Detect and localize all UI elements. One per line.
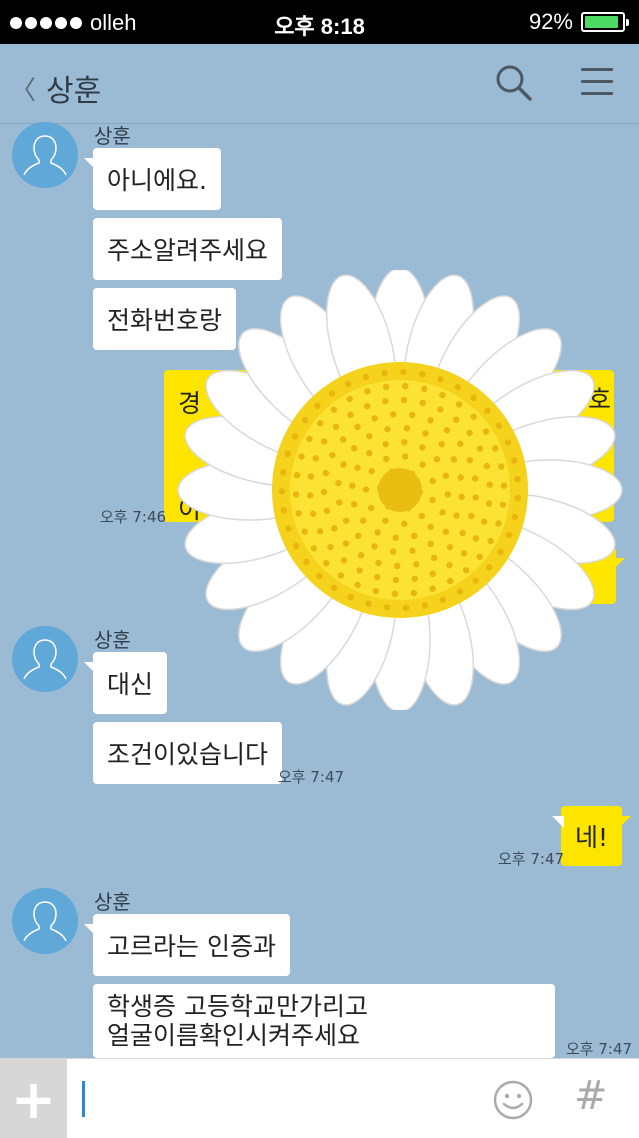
status-bar: olleh 오후 8:18 92% bbox=[0, 0, 639, 44]
menu-icon[interactable] bbox=[581, 68, 613, 104]
avatar[interactable] bbox=[12, 626, 78, 692]
battery-indicator: 92% bbox=[528, 9, 629, 35]
hash-button[interactable]: # bbox=[574, 1073, 608, 1119]
chat-title: 상훈 bbox=[46, 74, 102, 109]
message-line: 얼굴이름확인시켜주세요 bbox=[107, 1021, 361, 1050]
chevron-left-icon: 〈 bbox=[10, 75, 37, 106]
message-timestamp: 오후 7:47 bbox=[278, 768, 345, 786]
my-message-bubble[interactable]: 네! bbox=[551, 806, 632, 866]
message-line: 학생증 고등학교만가리고 bbox=[107, 992, 368, 1021]
battery-icon bbox=[581, 12, 629, 32]
sender-name: 상훈 bbox=[94, 628, 131, 652]
sender-name: 상훈 bbox=[94, 124, 131, 148]
message-input[interactable] bbox=[67, 1059, 487, 1138]
plus-button[interactable]: + bbox=[0, 1059, 67, 1138]
message-timestamp: 오후 7:46 bbox=[100, 508, 167, 526]
battery-percent: 92% bbox=[528, 9, 573, 34]
search-icon[interactable] bbox=[495, 64, 533, 106]
message-bubble[interactable]: 고르라는 인증과 bbox=[84, 914, 290, 976]
message-bubble[interactable]: 아니에요. bbox=[84, 148, 221, 210]
smiley-icon[interactable] bbox=[492, 1079, 534, 1125]
text-cursor bbox=[82, 1081, 85, 1117]
message-bubble[interactable]: 대신 bbox=[83, 652, 168, 714]
sender-name: 상훈 bbox=[94, 890, 131, 914]
message-bubble[interactable]: 학생증 고등학교만가리고 얼굴이름확인시켜주세요 bbox=[93, 984, 555, 1058]
message-bubble[interactable]: 조건이있습니다 bbox=[93, 722, 283, 784]
daisy-sticker[interactable] bbox=[170, 267, 630, 713]
avatar[interactable] bbox=[12, 122, 78, 188]
chat-header: 〈 상훈 bbox=[0, 44, 639, 124]
avatar[interactable] bbox=[12, 888, 78, 954]
back-button[interactable]: 〈 상훈 bbox=[10, 66, 101, 110]
message-timestamp: 오후 7:47 bbox=[498, 850, 565, 868]
message-timestamp: 오후 7:47 bbox=[566, 1040, 633, 1058]
message-input-bar: + # bbox=[0, 1058, 639, 1138]
